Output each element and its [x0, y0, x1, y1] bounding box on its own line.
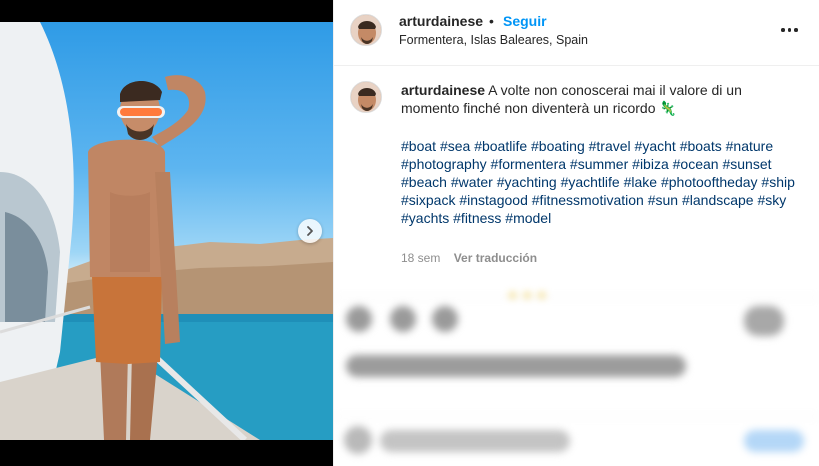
- hashtag-link[interactable]: #lake: [624, 174, 657, 190]
- comment-icon[interactable]: [390, 306, 416, 332]
- post-media: [0, 0, 333, 466]
- hashtag-link[interactable]: #fitness: [453, 210, 501, 226]
- hashtag-list: #boat #sea #boatlife #boating #travel #y…: [401, 137, 801, 227]
- hashtag-link[interactable]: #boating: [531, 138, 585, 154]
- follow-button[interactable]: Seguir: [503, 13, 547, 29]
- hashtag-link[interactable]: #travel: [589, 138, 631, 154]
- hashtag-link[interactable]: #sea: [440, 138, 470, 154]
- hashtag-link[interactable]: #sunset: [722, 156, 771, 172]
- avatar-image: [351, 82, 381, 112]
- hashtag-link[interactable]: #sky: [757, 192, 786, 208]
- translate-button[interactable]: Ver traducción: [454, 251, 537, 265]
- comment-input[interactable]: [380, 430, 570, 452]
- header-separator: •: [489, 13, 494, 29]
- share-icon[interactable]: [432, 306, 458, 332]
- hashtag-link[interactable]: #yacht: [635, 138, 676, 154]
- like-icon[interactable]: [346, 306, 372, 332]
- hashtag-link[interactable]: #sixpack: [401, 192, 455, 208]
- hashtag-link[interactable]: #photooftheday: [661, 174, 758, 190]
- hashtag-link[interactable]: #boat: [401, 138, 436, 154]
- save-icon[interactable]: [744, 306, 784, 336]
- caption-text: arturdainese A volte non conoscerai mai …: [401, 81, 801, 117]
- post-timestamp[interactable]: 18 sem: [401, 251, 440, 265]
- hashtag-link[interactable]: #sun: [648, 192, 678, 208]
- blurred-emoji-row: ● ● ●: [509, 288, 548, 302]
- location-link[interactable]: Formentera, Islas Baleares, Spain: [399, 33, 588, 47]
- lizard-emoji: 🦎: [659, 100, 677, 116]
- blurred-footer: ● ● ●: [334, 280, 819, 466]
- hashtag-link[interactable]: #nature: [726, 138, 773, 154]
- hashtag-link[interactable]: #boatlife: [474, 138, 527, 154]
- header-username[interactable]: arturdainese: [399, 13, 483, 29]
- post-header: arturdainese • Seguir Formentera, Islas …: [334, 0, 819, 66]
- publish-button[interactable]: [744, 430, 804, 452]
- hashtag-link[interactable]: #landscape: [682, 192, 754, 208]
- hashtag-link[interactable]: #ocean: [673, 156, 719, 172]
- hashtag-link[interactable]: #ibiza: [632, 156, 669, 172]
- avatar[interactable]: [350, 14, 382, 46]
- hashtag-link[interactable]: #photography: [401, 156, 487, 172]
- hashtag-link[interactable]: #beach: [401, 174, 447, 190]
- hashtag-link[interactable]: #yachtlife: [561, 174, 620, 190]
- caption-avatar[interactable]: [350, 81, 382, 113]
- hashtag-link[interactable]: #boats: [680, 138, 722, 154]
- hashtag-link[interactable]: #instagood: [459, 192, 528, 208]
- emoji-icon[interactable]: [344, 426, 372, 454]
- hashtag-link[interactable]: #yachting: [497, 174, 557, 190]
- post-panel: arturdainese • Seguir Formentera, Islas …: [333, 0, 819, 466]
- hashtag-link[interactable]: #summer: [570, 156, 628, 172]
- post-photo[interactable]: [0, 22, 333, 440]
- caption-username[interactable]: arturdainese: [401, 82, 485, 98]
- hashtag-link[interactable]: #yachts: [401, 210, 449, 226]
- photo-illustration: [0, 22, 333, 440]
- hashtag-link[interactable]: #fitnessmotivation: [532, 192, 644, 208]
- likes-summary: [346, 355, 686, 377]
- hashtag-link[interactable]: #water: [451, 174, 493, 190]
- next-photo-button[interactable]: [298, 219, 322, 243]
- avatar-image: [351, 15, 381, 45]
- post-meta: 18 sem Ver traducción: [401, 251, 537, 265]
- more-options-icon[interactable]: [781, 23, 803, 37]
- chevron-right-icon: [307, 226, 313, 236]
- hashtag-link[interactable]: #ship: [761, 174, 794, 190]
- hashtag-link[interactable]: #model: [505, 210, 551, 226]
- hashtag-link[interactable]: #formentera: [491, 156, 566, 172]
